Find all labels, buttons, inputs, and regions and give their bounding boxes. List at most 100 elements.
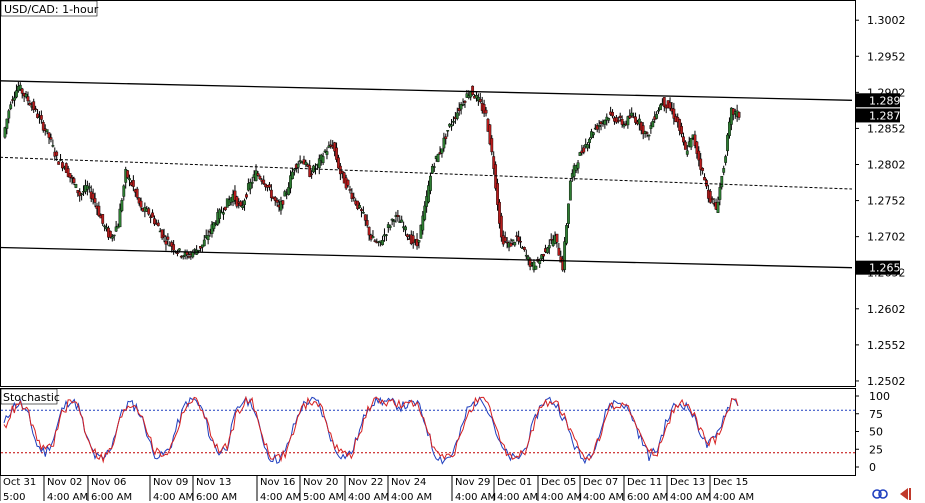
x-date-label: Dec 05 <box>541 477 576 488</box>
candle-body <box>128 178 131 181</box>
candle-body <box>346 179 350 186</box>
candle-body <box>737 111 741 118</box>
x-date-label: Nov 22 <box>348 477 383 488</box>
chart-title: USD/CAD: 1-hour <box>4 3 99 16</box>
candle-body <box>417 240 421 243</box>
candle-body <box>645 132 649 134</box>
candle-body <box>392 220 396 222</box>
x-date-label: Dec 11 <box>627 477 662 488</box>
candle-body <box>509 242 513 247</box>
candle-body <box>74 184 78 188</box>
candle-body <box>718 187 722 200</box>
x-date-label: Nov 06 <box>91 477 126 488</box>
candle-body <box>51 145 55 147</box>
x-time-label: 6:00 AM <box>91 492 132 503</box>
candle-body <box>258 175 262 180</box>
candle-body <box>87 186 91 189</box>
x-time-label: 4:00 AM <box>47 492 88 503</box>
candle-body <box>655 114 659 119</box>
x-date-label: Dec 07 <box>583 477 618 488</box>
candle-body <box>70 176 74 179</box>
candle-body <box>177 248 181 251</box>
candle-body <box>591 132 595 136</box>
candle-body <box>545 247 549 253</box>
candle-body <box>55 151 59 156</box>
candle-body <box>478 99 482 102</box>
candle-body <box>503 237 507 242</box>
candle-body <box>404 226 407 231</box>
candle-body <box>517 236 521 242</box>
candle-body <box>659 104 662 111</box>
sto-y-tick-label: 0 <box>869 461 876 474</box>
candle-body <box>363 214 367 221</box>
candle-body <box>348 189 352 191</box>
candle-body <box>147 208 151 215</box>
candle-body <box>34 108 38 110</box>
candle-body <box>28 103 32 106</box>
candle-body <box>361 212 365 214</box>
x-time-label: 4:00 AM <box>348 492 389 503</box>
x-date-label: Nov 16 <box>260 477 295 488</box>
candle-body <box>5 118 9 129</box>
candle-body <box>436 154 440 162</box>
candle-body <box>360 209 363 212</box>
candle-body <box>120 200 124 211</box>
candle-body <box>406 234 409 238</box>
candle-body <box>511 239 515 242</box>
x-time-label: 4:00 AM <box>713 492 754 503</box>
candle-body <box>620 119 624 125</box>
candle-body <box>131 180 135 187</box>
candle-body <box>72 178 76 183</box>
candle-body <box>68 173 72 178</box>
candle-body <box>657 109 660 112</box>
candle-body <box>396 215 400 217</box>
x-time-label: 6:00 AM <box>627 492 668 503</box>
candle-body <box>365 220 369 226</box>
candle-body <box>162 234 166 237</box>
x-date-label: Dec 13 <box>670 477 705 488</box>
candle-body <box>47 132 51 138</box>
candle-body <box>358 205 361 208</box>
sto-y-tick-label: 25 <box>869 443 883 456</box>
candle-body <box>139 200 143 208</box>
candle-body <box>254 170 258 181</box>
candle-body <box>97 205 101 217</box>
candle-body <box>689 138 693 148</box>
candle-body <box>26 96 30 102</box>
y-tick-label: 1.2602 <box>867 303 906 316</box>
candle-body <box>496 183 499 205</box>
x-date-label: Nov 09 <box>153 477 188 488</box>
candle-body <box>716 201 720 213</box>
x-time-label: 4:00 AM <box>583 492 624 503</box>
candle-body <box>256 173 260 176</box>
candle-body <box>222 212 225 215</box>
scroll-end-icon[interactable] <box>900 488 911 500</box>
sto-y-tick-label: 75 <box>869 408 883 421</box>
candle-body <box>634 116 637 123</box>
candle-body <box>680 126 683 135</box>
candle-body <box>463 100 467 103</box>
candle-body <box>112 234 116 237</box>
candle-body <box>647 134 651 137</box>
candle-body <box>151 212 154 218</box>
candle-body <box>683 141 687 150</box>
candle-body <box>582 147 586 153</box>
candle-body <box>388 225 392 228</box>
candle-body <box>586 144 590 149</box>
candle-body <box>701 168 705 171</box>
x-date-label: Nov 24 <box>391 477 426 488</box>
candle-body <box>262 179 266 184</box>
candle-body <box>93 198 97 203</box>
x-time-label: 5:00 <box>3 492 25 503</box>
x-time-label: 4:00 AM <box>391 492 432 503</box>
x-date-label: Nov 29 <box>455 477 490 488</box>
candle-body <box>296 163 300 168</box>
candle-body <box>568 180 572 201</box>
candle-body <box>390 218 394 221</box>
link-icon[interactable] <box>872 489 888 499</box>
y-tick-label: 1.2702 <box>867 231 906 244</box>
candle-body <box>57 161 61 165</box>
candle-body <box>461 103 465 106</box>
sto-y-tick-label: 100 <box>869 390 890 403</box>
x-date-label: Dec 01 <box>497 477 532 488</box>
